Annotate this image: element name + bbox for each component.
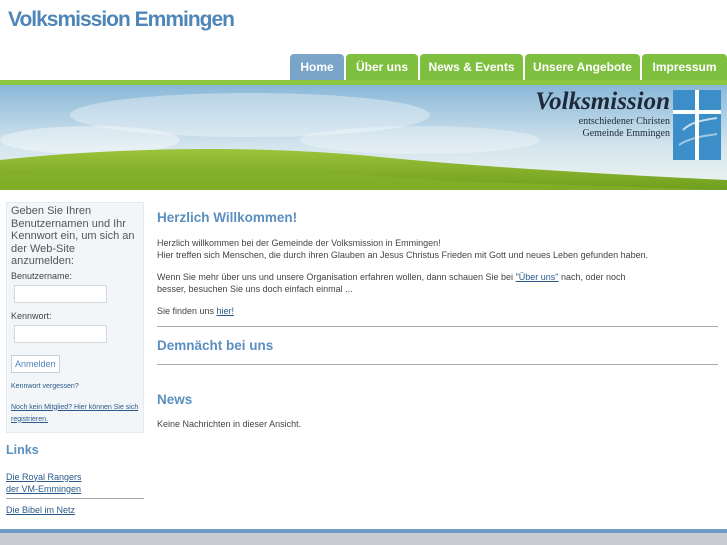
tab-unsere-angebote[interactable]: Unsere Angebote <box>525 54 640 80</box>
welcome-paragraph-2-text: Wenn Sie mehr über uns und unsere Organi… <box>157 272 516 282</box>
upcoming-heading: Demnächt bei uns <box>157 338 274 353</box>
link-royal-rangers[interactable]: Die Royal Rangers der VM-Emmingen <box>6 471 86 495</box>
main-navigation: Home Über uns News & Events Unsere Angeb… <box>288 54 727 80</box>
login-button[interactable]: Anmelden <box>11 354 60 373</box>
section-divider-2 <box>157 364 718 365</box>
welcome-paragraph-3: Sie finden uns hier! <box>157 305 718 317</box>
main-content: Herzlich Willkommen! Herzlich willkommen… <box>157 210 718 429</box>
register-link[interactable]: Noch kein Mitglied? Hier können Sie sich… <box>11 402 139 426</box>
login-intro: Geben Sie Ihren Benutzernamen und Ihr Ke… <box>11 205 135 267</box>
section-divider-1 <box>157 326 718 327</box>
brand-logo-text: Volksmission entschiedener Christen Geme… <box>520 88 670 140</box>
welcome-paragraph-1b: Hier treffen sich Menschen, die durch ih… <box>157 250 649 260</box>
location-link[interactable]: hier! <box>217 306 235 316</box>
password-label: Kennwort: <box>11 310 52 321</box>
sidebar: Geben Sie Ihren Benutzernamen und Ihr Ke… <box>6 202 144 516</box>
sidebar-divider <box>6 498 144 499</box>
site-title[interactable]: Volksmission Emmingen <box>8 8 235 32</box>
footer <box>0 533 727 545</box>
tab-ueber-uns[interactable]: Über uns <box>346 54 418 80</box>
cross-logo-icon <box>673 90 721 160</box>
news-empty-text: Keine Nachrichten in dieser Ansicht. <box>157 419 302 429</box>
forgot-password-link[interactable]: Kennwort vergessen? <box>11 383 139 390</box>
welcome-paragraph-2: Wenn Sie mehr über uns und unsere Organi… <box>157 271 657 295</box>
username-input[interactable] <box>14 284 107 303</box>
welcome-paragraph-3-text: Sie finden uns <box>157 306 217 316</box>
brand-line-2: Gemeinde Emmingen <box>582 128 670 139</box>
link-bibel-im-netz[interactable]: Die Bibel im Netz <box>6 504 144 516</box>
welcome-heading: Herzlich Willkommen! <box>157 210 298 225</box>
tab-home[interactable]: Home <box>290 54 344 80</box>
links-heading: Links <box>6 442 39 457</box>
brand-name: Volksmission <box>535 88 670 115</box>
username-label: Benutzername: <box>11 270 73 281</box>
news-heading: News <box>157 392 193 407</box>
ueber-uns-link[interactable]: "Über uns" <box>516 272 559 282</box>
welcome-paragraph-1a: Herzlich willkommen bei der Gemeinde der… <box>157 238 441 248</box>
brand-line-1: entschiedener Christen <box>578 116 670 127</box>
tab-impressum[interactable]: Impressum <box>642 54 727 80</box>
login-box: Geben Sie Ihren Benutzernamen und Ihr Ke… <box>6 202 144 433</box>
tab-news-events[interactable]: News & Events <box>420 54 523 80</box>
password-input[interactable] <box>14 324 107 343</box>
